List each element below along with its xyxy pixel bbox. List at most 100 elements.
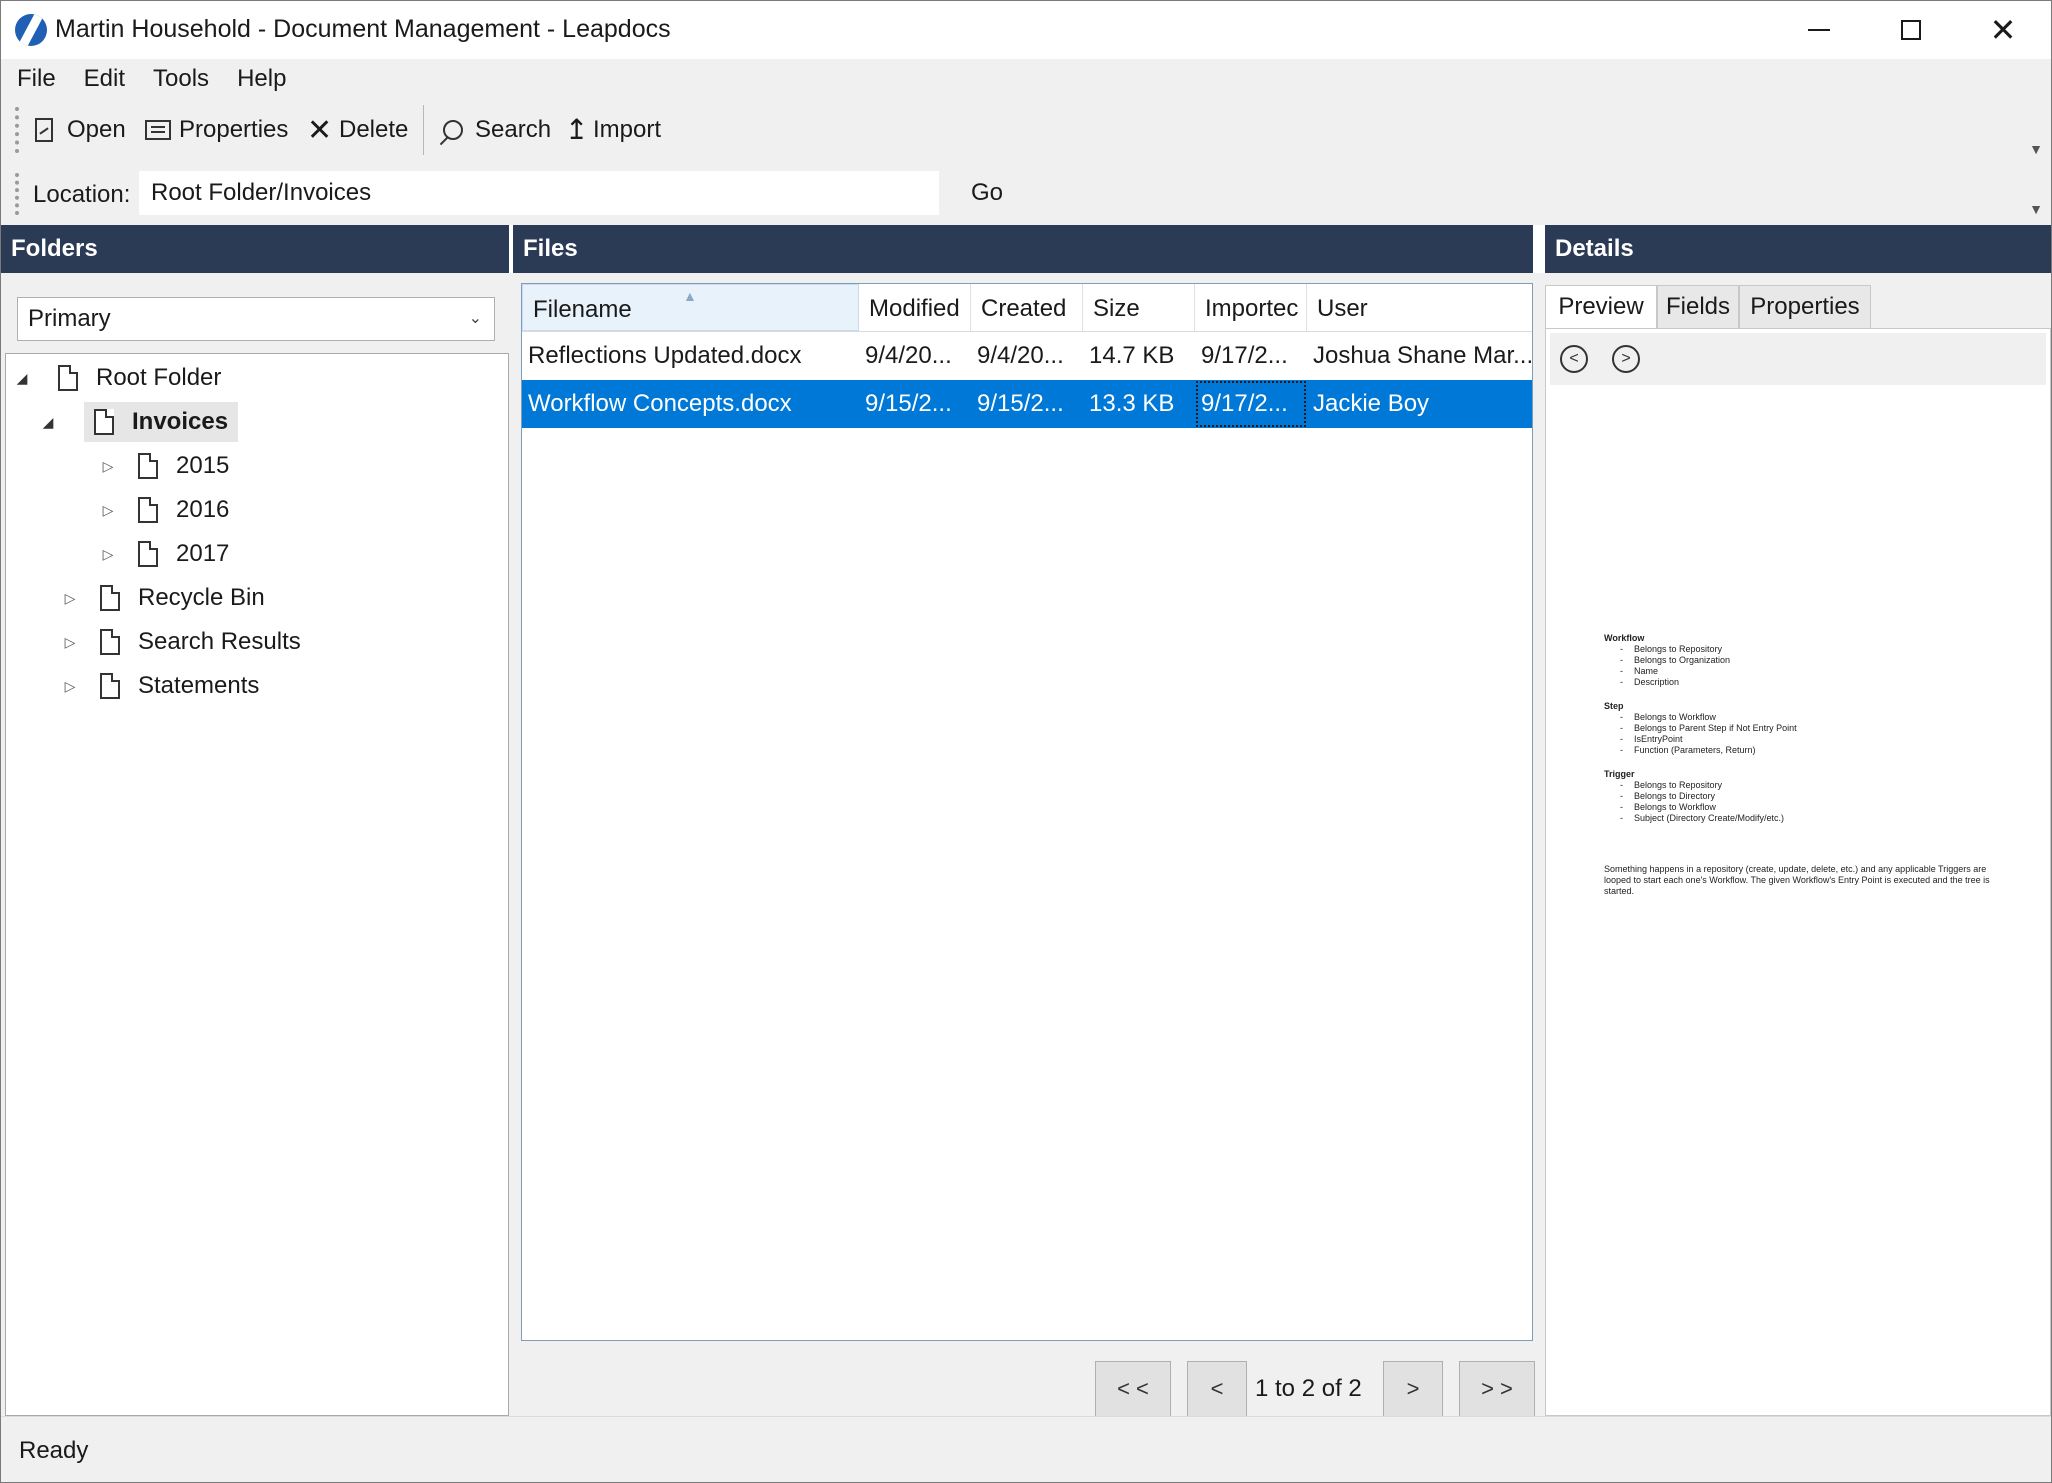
maximize-icon <box>1901 20 1921 40</box>
table-row-selected[interactable]: Workflow Concepts.docx 9/15/2... 9/15/2.… <box>522 380 1532 428</box>
grid-header: ▲ Filename Modified Created Size Importe… <box>522 284 1532 332</box>
cell-imported: 9/17/2... <box>1195 380 1307 428</box>
menu-tools[interactable]: Tools <box>143 65 219 93</box>
collapsed-triangle-icon[interactable]: ▷ <box>100 502 116 519</box>
table-row[interactable]: Reflections Updated.docx 9/4/20... 9/4/2… <box>522 332 1532 380</box>
folder-tree: ◢ Root Folder ◢ Invoices ▷ 2015 ▷ 2016 ▷… <box>5 353 509 1416</box>
column-modified[interactable]: Modified <box>859 284 971 331</box>
collapsed-triangle-icon[interactable]: ▷ <box>62 590 78 607</box>
preview-list-item: Function (Parameters, Return) <box>1604 745 2004 756</box>
next-page-button[interactable]: > <box>1383 1361 1443 1417</box>
preview-heading: Step <box>1604 701 1624 711</box>
menu-help[interactable]: Help <box>227 65 296 93</box>
go-button[interactable]: Go <box>971 179 1003 207</box>
preview-paragraph: Something happens in a repository (creat… <box>1604 864 1990 896</box>
tree-node-label: 2015 <box>176 452 230 479</box>
properties-label: Properties <box>179 116 289 143</box>
details-header: Details <box>1545 225 2051 273</box>
tree-node-search-results[interactable]: ▷ Search Results <box>62 622 301 662</box>
status-bar: Ready <box>1 1416 2051 1482</box>
folder-icon <box>58 365 78 391</box>
app-logo-icon <box>15 14 47 46</box>
cell-created: 9/15/2... <box>977 390 1064 417</box>
cell-created: 9/4/20... <box>977 342 1064 369</box>
open-icon <box>35 118 53 142</box>
tree-node-label: 2016 <box>176 496 230 523</box>
toolbar-grip[interactable] <box>15 107 19 153</box>
preview-list-item: Belongs to Workflow <box>1604 802 2004 813</box>
menu-bar: File Edit Tools Help <box>1 59 2051 99</box>
previous-page-icon[interactable]: < <box>1560 345 1588 373</box>
last-page-button[interactable]: > > <box>1459 1361 1535 1417</box>
location-overflow-icon[interactable]: ▼ <box>2029 201 2043 217</box>
tree-node-2016[interactable]: ▷ 2016 <box>100 490 229 530</box>
column-imported[interactable]: Importec <box>1195 284 1307 331</box>
import-button[interactable]: ↥ Import <box>565 111 661 149</box>
tab-preview[interactable]: Preview <box>1545 285 1657 331</box>
close-button[interactable]: ✕ <box>1957 1 2049 59</box>
close-icon: ✕ <box>1989 12 2017 48</box>
open-label: Open <box>67 116 126 143</box>
preview-nav: < > <box>1550 333 2046 385</box>
minimize-button[interactable] <box>1773 1 1865 59</box>
first-page-button[interactable]: < < <box>1095 1361 1171 1417</box>
tree-node-label: Root Folder <box>96 364 222 391</box>
maximize-button[interactable] <box>1865 1 1957 59</box>
properties-button[interactable]: Properties <box>145 111 288 149</box>
column-label: Filename <box>533 296 632 323</box>
cell-imported: 9/17/2... <box>1201 342 1288 369</box>
location-label: Location: <box>33 181 131 208</box>
tab-properties[interactable]: Properties <box>1739 285 1871 329</box>
preview-list-item: Belongs to Repository <box>1604 644 2004 655</box>
chevron-down-icon: ⌄ <box>468 310 482 327</box>
properties-icon <box>145 120 171 140</box>
tree-node-2017[interactable]: ▷ 2017 <box>100 534 229 574</box>
files-panel: ▲ Filename Modified Created Size Importe… <box>511 273 1543 1417</box>
preview-list-item: Belongs to Workflow <box>1604 712 2004 723</box>
tree-node-2015[interactable]: ▷ 2015 <box>100 446 229 486</box>
collapsed-triangle-icon[interactable]: ▷ <box>100 546 116 563</box>
toolbar-overflow-icon[interactable]: ▼ <box>2029 141 2043 157</box>
repository-select-value: Primary <box>28 305 111 332</box>
column-size[interactable]: Size <box>1083 284 1195 331</box>
column-created[interactable]: Created <box>971 284 1083 331</box>
tab-fields[interactable]: Fields <box>1657 285 1739 329</box>
window-title: Martin Household - Document Management -… <box>55 15 671 43</box>
cell-size: 13.3 KB <box>1089 390 1175 417</box>
collapsed-triangle-icon[interactable]: ▷ <box>100 458 116 475</box>
collapsed-triangle-icon[interactable]: ▷ <box>62 678 78 695</box>
repository-select[interactable]: Primary ⌄ <box>17 297 495 341</box>
folder-icon <box>138 497 158 523</box>
minimize-icon <box>1808 29 1830 31</box>
tree-node-invoices[interactable]: ◢ Invoices <box>43 402 239 442</box>
location-grip[interactable] <box>15 173 19 215</box>
menu-file[interactable]: File <box>7 65 66 93</box>
previous-page-button[interactable]: < <box>1187 1361 1247 1417</box>
open-button[interactable]: Open <box>31 111 126 149</box>
folders-panel: Primary ⌄ ◢ Root Folder ◢ Invoices ▷ 201… <box>1 273 511 1416</box>
folders-header: Folders <box>1 225 509 273</box>
preview-heading: Trigger <box>1604 769 1635 779</box>
pager: < < < 1 to 2 of 2 > > > <box>1095 1361 1537 1417</box>
column-filename[interactable]: ▲ Filename <box>522 284 859 331</box>
search-button[interactable]: Search <box>439 111 551 149</box>
tree-node-root[interactable]: ◢ Root Folder <box>14 358 221 398</box>
folder-icon <box>100 585 120 611</box>
folder-icon <box>138 453 158 479</box>
location-bar: Location: Root Folder/Invoices Go ▼ <box>1 161 2051 225</box>
import-label: Import <box>593 116 662 143</box>
menu-edit[interactable]: Edit <box>74 65 135 93</box>
column-user[interactable]: User <box>1307 284 1532 331</box>
delete-button[interactable]: ✕ Delete <box>307 111 408 149</box>
tree-node-recycle-bin[interactable]: ▷ Recycle Bin <box>62 578 265 618</box>
expanded-triangle-icon[interactable]: ◢ <box>14 370 30 387</box>
location-input[interactable]: Root Folder/Invoices <box>139 171 939 215</box>
expanded-triangle-icon[interactable]: ◢ <box>40 414 56 431</box>
tree-node-label: Search Results <box>138 628 301 655</box>
collapsed-triangle-icon[interactable]: ▷ <box>62 634 78 651</box>
preview-list-item: Belongs to Directory <box>1604 791 2004 802</box>
tree-node-statements[interactable]: ▷ Statements <box>62 666 259 706</box>
next-page-icon[interactable]: > <box>1612 345 1640 373</box>
toolbar: Open Properties ✕ Delete Search ↥ Import… <box>1 99 2051 161</box>
preview-list-item: Subject (Directory Create/Modify/etc.) <box>1604 813 2004 824</box>
